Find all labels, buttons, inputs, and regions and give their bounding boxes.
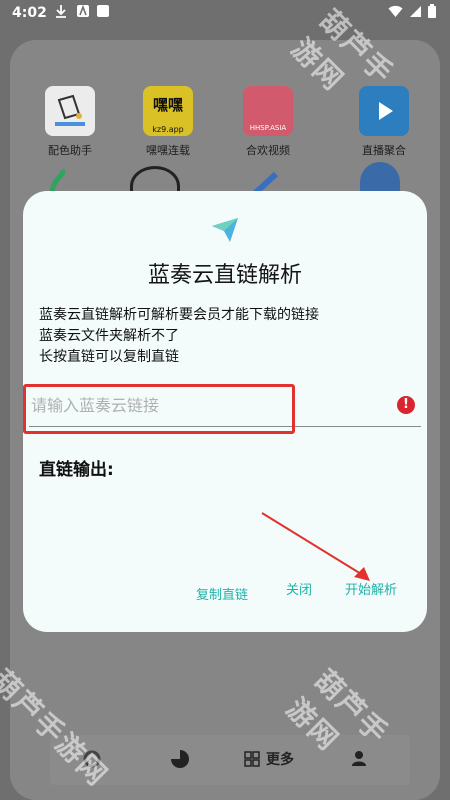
close-button[interactable]: 关闭 (286, 579, 312, 598)
input-underline (29, 426, 421, 427)
dialog-message: 蓝奏云直链解析可解析要会员才能下载的链接 蓝奏云文件夹解析不了 长按直链可以复制… (39, 305, 319, 368)
status-time: 4:02 (12, 5, 47, 21)
app-heihei[interactable]: 嘿嘿 kz9.app 嘿嘿连载 (128, 86, 208, 158)
heihei-icon: 嘿嘿 kz9.app (143, 86, 193, 136)
settings-icon[interactable] (82, 749, 102, 769)
bottom-nav: 更多 (50, 735, 410, 785)
status-bar: 4:02 (0, 0, 450, 28)
color-helper-icon (45, 86, 95, 136)
paper-plane-icon (212, 218, 238, 242)
link-input-wrapper: ! (29, 384, 421, 428)
dialog-title: 蓝奏云直链解析 (147, 263, 302, 288)
download-icon (56, 5, 66, 18)
nav-more-label: 更多 (266, 752, 294, 768)
app-live-aggregate[interactable]: 直播聚合 (344, 86, 424, 158)
link-input[interactable] (29, 384, 421, 426)
square-notification-icon (97, 5, 109, 17)
app-label: 嘿嘿连载 (146, 144, 190, 157)
error-icon: ! (397, 396, 415, 414)
app-hehuan-video[interactable]: HHSP.ASIA 合欢视频 (228, 86, 308, 158)
profile-icon[interactable] (350, 749, 368, 767)
message-line: 长按直链可以复制直链 (39, 349, 179, 365)
live-aggregate-icon (359, 86, 409, 136)
message-line: 蓝奏云直链解析可解析要会员才能下载的链接 (39, 307, 319, 323)
chart-icon[interactable] (170, 749, 190, 769)
app-label: 合欢视频 (246, 144, 290, 157)
nav-more[interactable]: 更多 (244, 749, 294, 769)
copy-link-button[interactable]: 复制直链 (196, 584, 248, 603)
start-parse-button[interactable]: 开始解析 (345, 579, 397, 598)
lanzou-parse-dialog: 蓝奏云直链解析 蓝奏云直链解析可解析要会员才能下载的链接 蓝奏云文件夹解析不了 … (23, 191, 427, 632)
heihei-icon-text: 嘿嘿 (152, 96, 183, 114)
wifi-icon (388, 5, 403, 17)
app-notification-icon (77, 4, 89, 17)
battery-icon (428, 4, 436, 18)
app-label: 直播聚合 (362, 144, 406, 157)
app-label: 配色助手 (48, 144, 92, 157)
output-label: 直链输出: (39, 460, 114, 480)
signal-icon (410, 5, 421, 17)
grid-icon (244, 751, 260, 767)
hehuan-icon: HHSP.ASIA (243, 86, 293, 136)
annotation-arrow (261, 512, 370, 581)
hehuan-icon-sub: HHSP.ASIA (249, 124, 287, 132)
heihei-icon-sub: kz9.app (152, 125, 184, 134)
app-color-helper[interactable]: 配色助手 (30, 86, 110, 158)
message-line: 蓝奏云文件夹解析不了 (39, 328, 179, 344)
